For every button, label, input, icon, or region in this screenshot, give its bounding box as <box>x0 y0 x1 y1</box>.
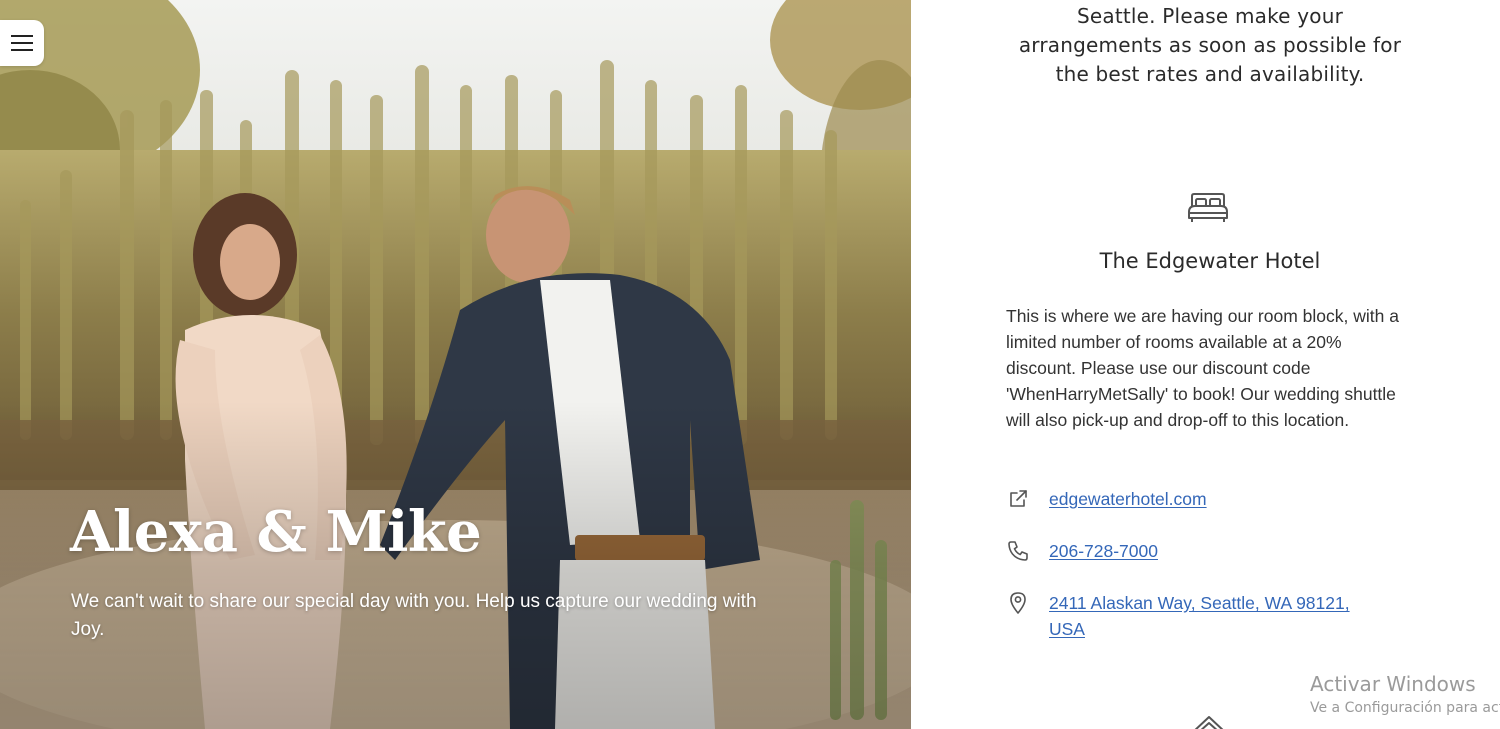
hotel-name: The Edgewater Hotel <box>1099 249 1321 273</box>
travel-info-panel: Seattle. Please make your arrangements a… <box>911 0 1500 729</box>
hotel-address-row: 2411 Alaskan Way, Seattle, WA 98121, USA <box>1006 590 1366 642</box>
external-link-icon <box>1006 486 1030 512</box>
hotel-website-row: edgewaterhotel.com <box>1006 486 1426 512</box>
hotel-phone-row: 206-728-7000 <box>1006 538 1426 564</box>
hero-photo-section: Alexa & Mike We can't wait to share our … <box>0 0 911 729</box>
map-pin-icon <box>1006 590 1030 616</box>
hotel-website-link[interactable]: edgewaterhotel.com <box>1049 486 1207 512</box>
phone-icon <box>1006 538 1030 564</box>
hamburger-menu-icon <box>11 35 33 51</box>
hotel-address-link[interactable]: 2411 Alaskan Way, Seattle, WA 98121, USA <box>1049 590 1366 642</box>
hotel-phone-link[interactable]: 206-728-7000 <box>1049 538 1158 564</box>
bed-icon <box>1188 193 1228 222</box>
hotel-description: This is where we are having our room blo… <box>1006 306 1399 430</box>
hero-tagline: We can't wait to share our special day w… <box>71 591 757 640</box>
accommodation-intro-text: Seattle. Please make your arrangements a… <box>1018 4 1402 86</box>
house-icon <box>1194 716 1224 729</box>
menu-button[interactable] <box>0 20 44 66</box>
page: Alexa & Mike We can't wait to share our … <box>0 0 1500 729</box>
couple-name-heading: Alexa & Mike <box>70 499 482 565</box>
